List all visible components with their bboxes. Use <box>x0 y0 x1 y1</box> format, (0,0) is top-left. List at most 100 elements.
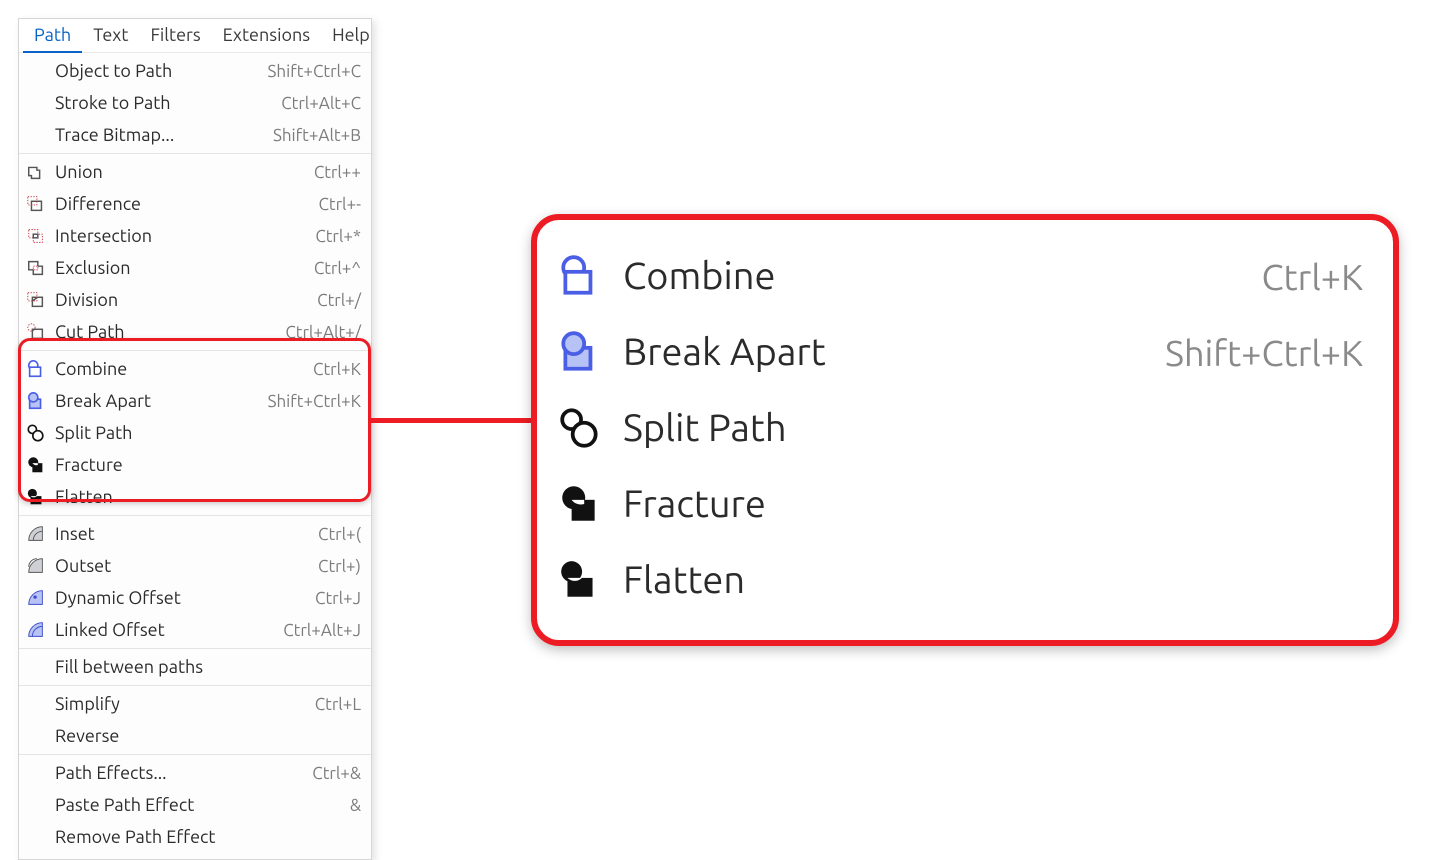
menu-item-label: Fill between paths <box>55 657 353 677</box>
split-path-icon <box>25 422 47 444</box>
menu-item-shortcut: Ctrl+- <box>319 195 362 214</box>
menu-item-shortcut: Shift+Ctrl+C <box>268 62 362 81</box>
menu-item-label: Inset <box>55 524 310 544</box>
menu-item-label: Exclusion <box>55 258 306 278</box>
dynamic-offset-icon <box>25 587 47 609</box>
flatten-icon <box>555 555 605 605</box>
menu-item-outset[interactable]: OutsetCtrl+) <box>19 550 371 582</box>
combine-icon <box>25 358 47 380</box>
menu-item-shortcut: Ctrl+Alt+C <box>281 94 361 113</box>
menu-item-flatten[interactable]: Flatten <box>19 481 371 513</box>
menu-item-inset[interactable]: Inset Ctrl+( <box>19 518 371 550</box>
menu-item-shortcut: Ctrl+/ <box>317 291 361 310</box>
menu-item-reverse[interactable]: Reverse <box>19 720 371 752</box>
exclusion-icon <box>25 257 47 279</box>
menu-item-shortcut: Shift+Alt+B <box>273 126 361 145</box>
menu-item-shortcut: Ctrl+Alt+J <box>283 621 361 640</box>
menubar-item-extensions[interactable]: Extensions <box>212 19 321 53</box>
menu-item-label: Cut Path <box>55 322 277 342</box>
callout-item-shortcut: Shift+Ctrl+K <box>1165 332 1363 373</box>
callout-item-combine[interactable]: CombineCtrl+K <box>555 238 1363 314</box>
menu-item-label: Combine <box>55 359 305 379</box>
callout-item-flatten[interactable]: Flatten <box>555 542 1363 618</box>
menu-item-shortcut: Ctrl+) <box>318 557 361 576</box>
menu-item-difference[interactable]: Difference Ctrl+- <box>19 188 371 220</box>
menu-item-fracture[interactable]: Fracture <box>19 449 371 481</box>
menu-item-shortcut: Ctrl+Alt+/ <box>285 323 361 342</box>
callout-item-label: Combine <box>623 255 1243 297</box>
menu-item-shortcut: Ctrl+& <box>312 764 361 783</box>
callout-item-split-path[interactable]: Split Path <box>555 390 1363 466</box>
menu-item-label: Dynamic Offset <box>55 588 307 608</box>
fracture-icon <box>555 479 605 529</box>
path-menu-panel: PathTextFiltersExtensionsHelp Object to … <box>18 18 372 860</box>
menu-separator <box>19 153 371 154</box>
menu-separator <box>19 515 371 516</box>
menubar: PathTextFiltersExtensionsHelp <box>19 19 371 53</box>
menubar-item-text[interactable]: Text <box>82 19 139 53</box>
menubar-item-help[interactable]: Help <box>321 19 381 53</box>
menubar-item-filters[interactable]: Filters <box>139 19 211 53</box>
menu-item-label: Flatten <box>55 487 353 507</box>
menu-item-label: Difference <box>55 194 311 214</box>
callout-item-label: Split Path <box>623 407 1345 449</box>
combine-icon <box>555 251 605 301</box>
menu-item-trace-bitmap[interactable]: Trace Bitmap... Shift+Alt+B <box>19 119 371 151</box>
menu-item-combine[interactable]: Combine Ctrl+K <box>19 353 371 385</box>
zoom-callout: CombineCtrl+K Break Apart Shift+Ctrl+K Spli… <box>531 214 1399 646</box>
menu-separator <box>19 648 371 649</box>
menu-item-path-effects[interactable]: Path Effects...Ctrl+& <box>19 757 371 789</box>
menu-item-label: Intersection <box>55 226 307 246</box>
callout-item-label: Fracture <box>623 483 1345 525</box>
menu-item-shortcut: Ctrl+* <box>315 227 361 246</box>
menu-item-object-to-path[interactable]: Object to PathShift+Ctrl+C <box>19 55 371 87</box>
menu-item-shortcut: Ctrl++ <box>314 163 361 182</box>
menu-item-label: Union <box>55 162 306 182</box>
menu-item-simplify[interactable]: SimplifyCtrl+L <box>19 688 371 720</box>
menu-item-label: Fracture <box>55 455 353 475</box>
menu-item-label: Linked Offset <box>55 620 275 640</box>
menubar-item-path[interactable]: Path <box>23 19 82 53</box>
menu-item-label: Reverse <box>55 726 353 746</box>
callout-item-break-apart[interactable]: Break Apart Shift+Ctrl+K <box>555 314 1363 390</box>
menu-item-remove-path-effect[interactable]: Remove Path Effect <box>19 821 371 853</box>
menu-item-cut-path[interactable]: Cut Path Ctrl+Alt+/ <box>19 316 371 348</box>
menu-separator <box>19 685 371 686</box>
menu-item-shortcut: Ctrl+J <box>315 589 361 608</box>
callout-item-label: Flatten <box>623 559 1345 601</box>
flatten-icon <box>25 486 47 508</box>
path-menu-list: Object to PathShift+Ctrl+CStroke to Path… <box>19 53 371 859</box>
menu-item-dynamic-offset[interactable]: Dynamic Offset Ctrl+J <box>19 582 371 614</box>
linked-offset-icon <box>25 619 47 641</box>
menu-separator <box>19 754 371 755</box>
intersection-icon <box>25 225 47 247</box>
menu-item-label: Break Apart <box>55 391 260 411</box>
menu-item-intersection[interactable]: Intersection Ctrl+* <box>19 220 371 252</box>
union-icon <box>25 161 47 183</box>
menu-item-shortcut: Ctrl+( <box>318 525 361 544</box>
menu-item-split-path[interactable]: Split Path <box>19 417 371 449</box>
menu-item-fill-between-paths[interactable]: Fill between paths <box>19 651 371 683</box>
menu-item-shortcut: & <box>350 796 361 815</box>
menu-item-union[interactable]: Union Ctrl++ <box>19 156 371 188</box>
menu-item-stroke-to-path[interactable]: Stroke to Path Ctrl+Alt+C <box>19 87 371 119</box>
menu-separator <box>19 350 371 351</box>
callout-item-fracture[interactable]: Fracture <box>555 466 1363 542</box>
menu-item-label: Trace Bitmap... <box>55 125 265 145</box>
cut-path-icon <box>25 321 47 343</box>
difference-icon <box>25 193 47 215</box>
menu-item-break-apart[interactable]: Break ApartShift+Ctrl+K <box>19 385 371 417</box>
fracture-icon <box>25 454 47 476</box>
division-icon <box>25 289 47 311</box>
callout-item-label: Break Apart <box>623 331 1147 373</box>
menu-item-paste-path-effect[interactable]: Paste Path Effect& <box>19 789 371 821</box>
menu-item-shortcut: Ctrl+K <box>313 360 361 379</box>
menu-item-linked-offset[interactable]: Linked Offset Ctrl+Alt+J <box>19 614 371 646</box>
inset-icon <box>25 523 47 545</box>
break-apart-icon <box>25 390 47 412</box>
menu-item-label: Simplify <box>55 694 307 714</box>
menu-item-exclusion[interactable]: ExclusionCtrl+^ <box>19 252 371 284</box>
menu-item-label: Stroke to Path <box>55 93 273 113</box>
menu-item-label: Division <box>55 290 309 310</box>
menu-item-division[interactable]: Division Ctrl+/ <box>19 284 371 316</box>
